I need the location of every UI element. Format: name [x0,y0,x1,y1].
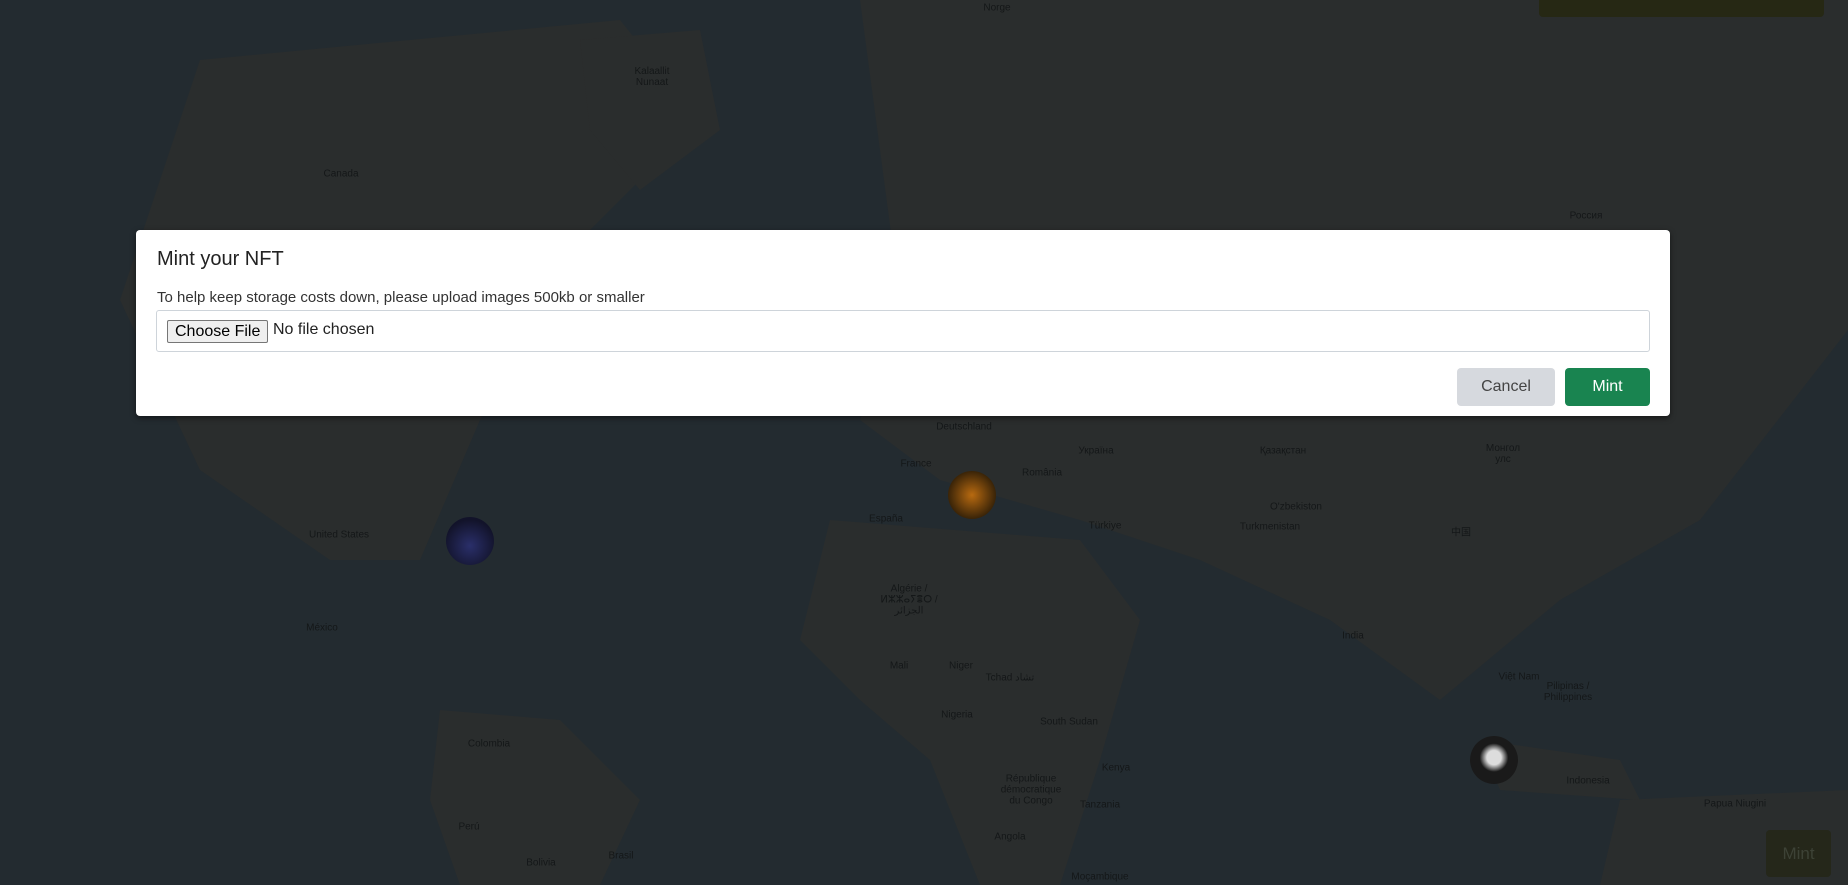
map-mint-button[interactable]: Mint [1766,830,1831,877]
map-label: Nigeria [941,709,973,721]
map-label: Tanzania [1079,799,1121,811]
map-label: Turkmenistan [1239,521,1301,533]
map-label: France [900,458,932,470]
map-label: Tchad تشاد [985,672,1035,684]
map-label: Україна [1078,445,1114,457]
nft-map-marker[interactable] [948,471,996,519]
map-label: Pilipinas / Philippines [1543,681,1593,703]
map-label: España [869,513,903,525]
map-label: République démocratique du Congo [1000,773,1062,807]
file-input[interactable]: Choose File No file chosen [156,310,1650,352]
map-label: Deutschland [936,421,992,433]
cancel-button[interactable]: Cancel [1457,368,1555,406]
map-label: Norge [983,2,1011,14]
map-label: México [306,622,338,634]
upload-help-text: To help keep storage costs down, please … [157,289,645,306]
map-label: Indonesia [1566,775,1610,787]
map-label: Canada [323,168,359,180]
world-map[interactable]: Norge Kalaallit Nunaat Canada Россия Deu… [0,0,1848,885]
map-label: Mali [889,660,909,672]
map-label: United States [308,529,370,541]
map-label: 中国 [1451,527,1471,539]
map-label: India [1342,630,1364,642]
map-label: Brasil [608,850,634,862]
modal-title: Mint your NFT [157,248,284,270]
map-label: România [1021,467,1063,479]
map-label: Moçambique [1071,871,1129,883]
map-label: Bolivia [526,857,556,869]
map-label: Kenya [1101,762,1131,774]
map-label: Kalaallit Nunaat [634,66,670,88]
nft-map-marker[interactable] [1470,736,1518,784]
map-label: Россия [1569,210,1603,222]
top-right-panel [1539,0,1824,17]
mint-nft-modal: Mint your NFT To help keep storage costs… [136,230,1670,416]
mint-button[interactable]: Mint [1565,368,1650,406]
map-land [120,0,1848,885]
map-label: Papua Niugini [1703,798,1767,810]
map-label: Niger [949,660,973,672]
nft-map-marker[interactable] [446,517,494,565]
map-label: South Sudan [1040,716,1098,728]
file-status-text: No file chosen [273,321,375,338]
map-label: Algérie / ⵍⵣⵣⴰⵢⴻⵔ / الجزائر [880,583,938,617]
map-label: Việt Nam [1498,671,1540,683]
map-label: Colombia [467,738,511,750]
map-label: Perú [458,821,480,833]
map-label: Қазақстан [1259,445,1307,457]
map-label: Türkiye [1088,520,1122,532]
choose-file-button[interactable]: Choose File [167,320,269,343]
map-label: Монгол улс [1485,443,1521,465]
map-label: Angola [994,831,1026,843]
map-label: O'zbekiston [1270,501,1322,513]
